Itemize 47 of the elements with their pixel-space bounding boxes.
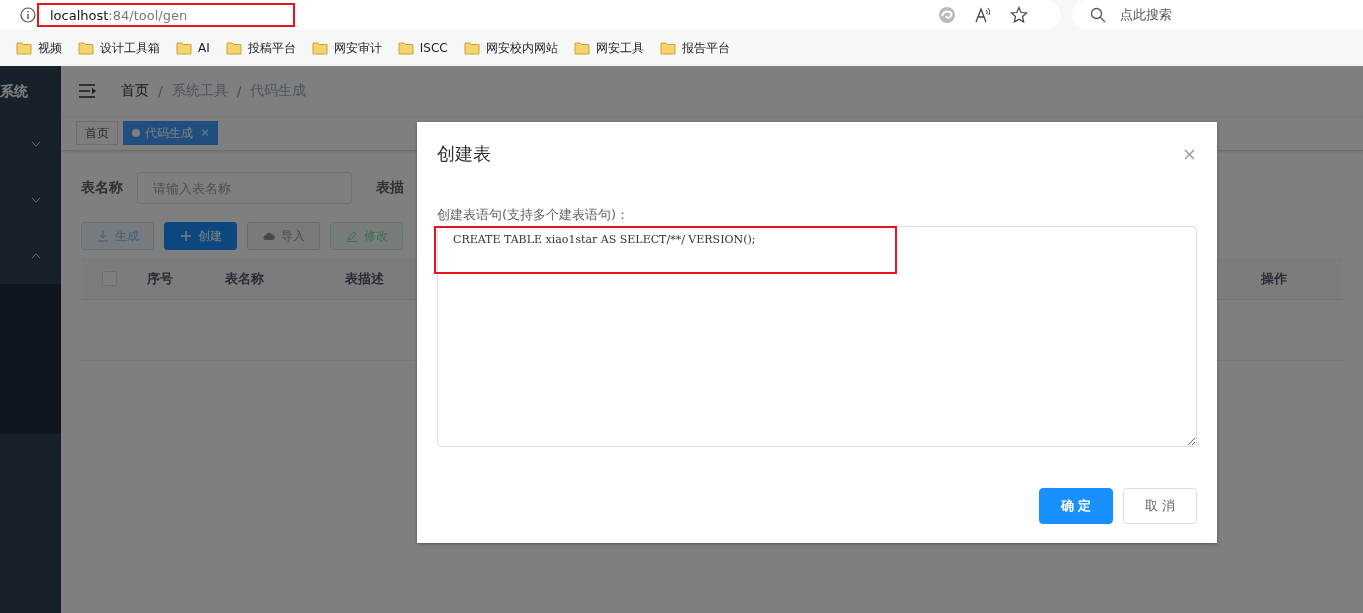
folder-icon: [659, 41, 676, 55]
url-host: localhost: [50, 7, 109, 23]
read-aloud-icon[interactable]: [974, 6, 992, 24]
address-bar[interactable]: localhost:84/tool/gen: [0, 0, 1060, 30]
browser-search-field[interactable]: 点此搜索: [1072, 0, 1363, 30]
column-header: 表名称: [225, 269, 265, 288]
bookmark[interactable]: 视频: [16, 39, 62, 57]
search-placeholder: 点此搜索: [1120, 6, 1172, 24]
column-header: 操作: [1261, 269, 1288, 288]
bookmark[interactable]: 设计工具箱: [78, 39, 160, 57]
folder-icon: [16, 41, 32, 55]
cloud-icon: [262, 230, 275, 242]
field-label: 创建表语句(支持多个建表语句)：: [437, 206, 631, 224]
dialog-title: 创建表: [437, 142, 491, 166]
star-icon[interactable]: [1010, 6, 1028, 24]
bookmark[interactable]: 网安校内网站: [463, 39, 558, 57]
info-icon[interactable]: [20, 7, 36, 23]
folder-icon: [573, 41, 590, 55]
swirl-icon[interactable]: [938, 6, 956, 24]
breadcrumb-separator: /: [158, 83, 163, 99]
bookmark[interactable]: AI: [176, 41, 210, 55]
folder-icon: [78, 41, 94, 55]
column-header: 表描述: [345, 269, 385, 288]
cancel-button[interactable]: 取 消: [1123, 488, 1197, 524]
bookmark[interactable]: 网安审计: [311, 39, 382, 57]
bookmark[interactable]: 投稿平台: [225, 39, 296, 57]
plus-icon: [179, 230, 192, 242]
folder-icon: [463, 41, 480, 55]
folder-icon: [397, 41, 414, 55]
search-icon: [1090, 7, 1106, 23]
breadcrumb-link[interactable]: 首页: [121, 82, 149, 100]
form-label: 表描: [376, 179, 404, 197]
page-tab[interactable]: 首页: [76, 121, 118, 145]
close-icon[interactable]: [1184, 148, 1195, 160]
breadcrumb-separator: /: [236, 83, 242, 99]
folder-icon: [225, 41, 242, 55]
bookmark[interactable]: ISCC: [397, 41, 448, 55]
form-label: 表名称: [81, 179, 123, 197]
menu-icon[interactable]: [79, 84, 97, 98]
folder-icon: [311, 41, 328, 55]
column-header: 序号: [146, 269, 174, 288]
sidebar-title: 系统: [0, 82, 29, 101]
url-path: :84/tool/gen: [108, 7, 188, 23]
bookmark[interactable]: 网安工具: [573, 39, 644, 57]
folder-icon: [176, 41, 192, 55]
active-dot: [132, 129, 140, 137]
bookmark[interactable]: 报告平台: [659, 39, 730, 57]
